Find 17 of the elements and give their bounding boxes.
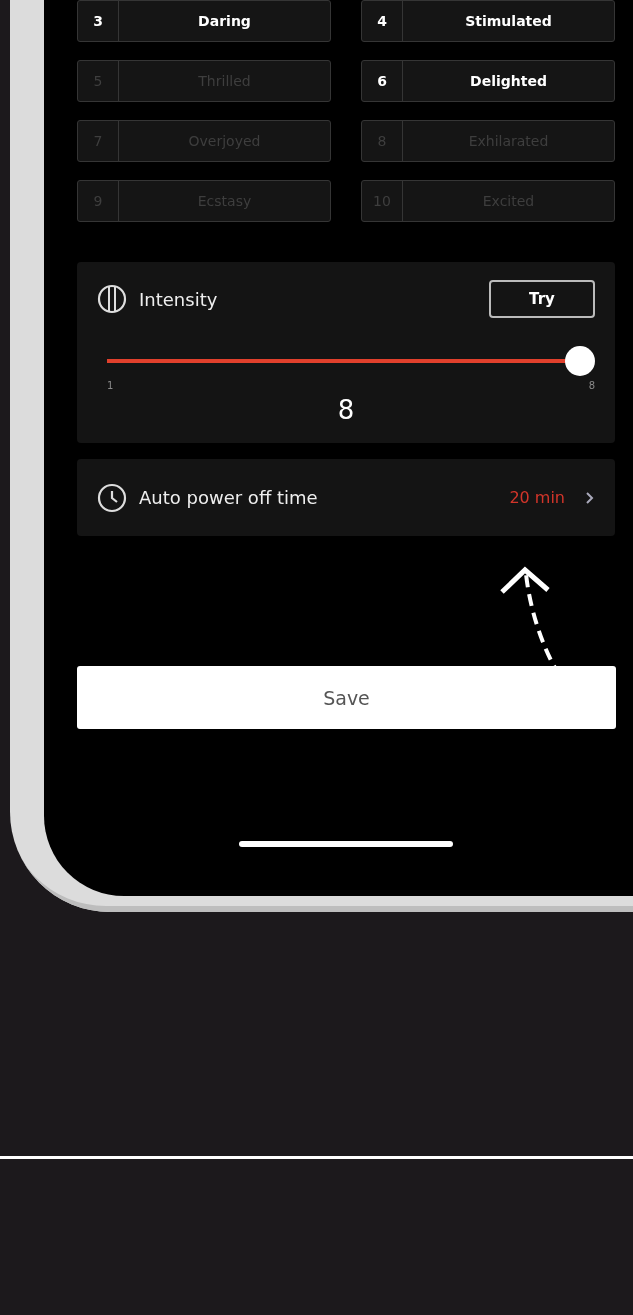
auto-power-off-label: Auto power off time — [139, 487, 318, 508]
chevron-right-icon — [585, 490, 595, 505]
slider-min-label: 1 — [107, 380, 114, 391]
try-button[interactable]: Try — [489, 280, 595, 318]
save-button[interactable]: Save — [77, 666, 616, 729]
intensity-icon — [97, 284, 127, 314]
intensity-slider[interactable] — [107, 346, 595, 376]
auto-power-off-value: 20 min — [509, 488, 565, 507]
slider-max-label: 8 — [588, 380, 595, 391]
slider-thumb[interactable] — [565, 346, 595, 376]
mood-option[interactable]: 6 Delighted — [361, 60, 615, 102]
intensity-title: Intensity — [139, 288, 218, 310]
clock-icon — [97, 482, 127, 513]
mood-option[interactable]: 3 Daring — [77, 0, 331, 42]
mood-option[interactable]: 4 Stimulated — [361, 0, 615, 42]
intensity-value: 8 — [336, 395, 356, 425]
auto-power-off-row[interactable]: Auto power off time 20 min — [77, 459, 615, 536]
